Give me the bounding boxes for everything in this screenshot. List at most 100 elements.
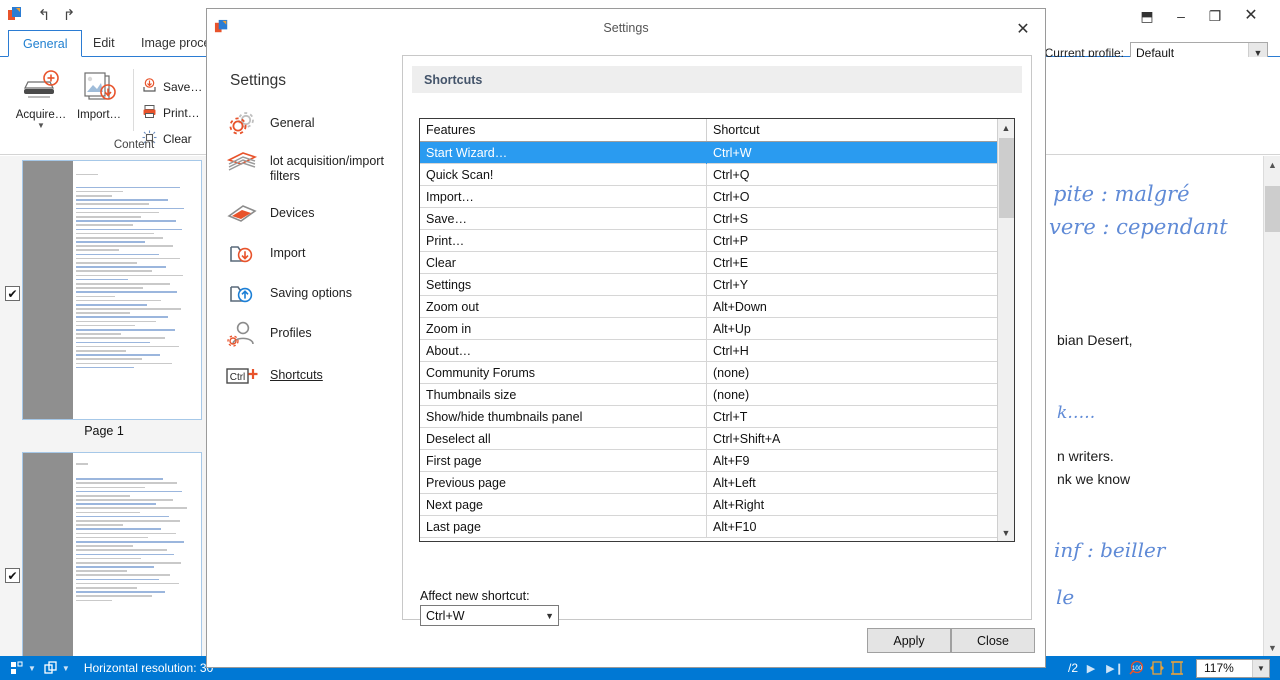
scrollbar-thumb[interactable] <box>1265 186 1280 232</box>
column-header-features[interactable]: Features <box>426 119 475 141</box>
next-page-icon[interactable]: ▶ <box>1080 662 1102 675</box>
import-arrow-down-icon <box>225 239 259 269</box>
table-row[interactable]: Thumbnails size(none) <box>420 384 999 406</box>
table-row[interactable]: Deselect allCtrl+Shift+A <box>420 428 999 450</box>
thumbnail-label: Page 1 <box>0 424 208 438</box>
ribbon-separator <box>133 69 134 131</box>
row-feature: Start Wizard… <box>426 142 507 164</box>
scroll-up-icon[interactable]: ▲ <box>1264 156 1280 173</box>
sidebar-item-label: General <box>270 109 314 131</box>
zoom-level-select[interactable]: 117% ▼ <box>1196 659 1270 678</box>
acquire-button[interactable]: Acquire… ▼ <box>10 65 72 130</box>
handwritten-annotation: le <box>1056 585 1074 609</box>
table-row[interactable]: Last pageAlt+F10 <box>420 516 999 538</box>
page-shadow <box>23 161 73 419</box>
table-row[interactable]: Previous pageAlt+Left <box>420 472 999 494</box>
layout-icon[interactable] <box>8 659 26 677</box>
zoom-100-icon[interactable]: 100 <box>1128 659 1146 677</box>
settings-dialog: Settings ✕ Settings <box>206 8 1046 668</box>
apply-button[interactable]: Apply <box>867 628 951 653</box>
row-feature: Zoom in <box>426 318 471 340</box>
row-feature: Last page <box>426 516 481 538</box>
table-row[interactable]: Zoom inAlt+Up <box>420 318 999 340</box>
thumbnail-preview[interactable] <box>22 452 202 656</box>
fit-page-icon[interactable] <box>1148 659 1166 677</box>
sidebar-item-profiles[interactable]: Profiles <box>225 319 401 349</box>
sidebar-item-saving-options[interactable]: Saving options <box>225 279 401 309</box>
affect-new-shortcut-value: Ctrl+W <box>421 609 465 623</box>
handwritten-annotation: inf : beiller <box>1054 538 1165 562</box>
table-row[interactable]: Import…Ctrl+O <box>420 186 999 208</box>
tab-general[interactable]: General <box>8 30 82 57</box>
thumbnails-panel[interactable]: ✔ Page 1 <box>0 156 208 656</box>
close-button[interactable]: ✕ <box>1234 4 1268 28</box>
status-bar-right: /2 ▶ ▶❙ 100 117% ▼ <box>1068 659 1280 678</box>
scrollbar-thumb[interactable] <box>999 138 1014 218</box>
table-row[interactable]: Print…Ctrl+P <box>420 230 999 252</box>
maximize-button[interactable]: ❐ <box>1198 4 1232 28</box>
affect-new-shortcut-select[interactable]: Ctrl+W ▼ <box>420 605 559 626</box>
last-page-icon[interactable]: ▶❙ <box>1104 662 1126 675</box>
close-button[interactable]: Close <box>951 628 1035 653</box>
chevron-down-icon[interactable]: ▼ <box>10 121 72 130</box>
undo-button[interactable]: ↰ <box>33 7 55 25</box>
column-header-shortcut[interactable]: Shortcut <box>713 119 760 141</box>
thumbnail-preview[interactable] <box>22 160 202 420</box>
sidebar-item-label: Saving options <box>270 279 352 301</box>
row-feature: Deselect all <box>426 428 491 450</box>
row-feature: Next page <box>426 494 483 516</box>
viewer-vertical-scrollbar[interactable]: ▲ ▼ <box>1263 156 1280 656</box>
print-label: Print… <box>163 106 200 120</box>
chevron-down-icon[interactable]: ▼ <box>545 606 554 625</box>
chevron-down-icon[interactable]: ▼ <box>1252 660 1269 677</box>
tab-edit[interactable]: Edit <box>79 30 129 57</box>
windows-icon[interactable] <box>42 659 60 677</box>
table-row[interactable]: Quick Scan! Ctrl+Q <box>420 164 999 186</box>
row-shortcut: Alt+Right <box>713 494 764 516</box>
sidebar-item-import[interactable]: Import <box>225 239 401 269</box>
row-feature: Zoom out <box>426 296 479 318</box>
sidebar-item-lot-acquisition-import-filters[interactable]: lot acquisition/import filters <box>225 147 401 184</box>
table-row[interactable]: SettingsCtrl+Y <box>420 274 999 296</box>
scroll-down-icon[interactable]: ▼ <box>1264 639 1280 656</box>
sidebar-item-general[interactable]: General <box>225 109 401 139</box>
thumbnail-checkbox[interactable]: ✔ <box>5 568 20 583</box>
table-row[interactable]: Community Forums(none) <box>420 362 999 384</box>
table-row[interactable]: Start Wizard… Ctrl+W <box>420 142 999 164</box>
row-shortcut: Ctrl+W <box>713 142 752 164</box>
table-vertical-scrollbar[interactable]: ▲ ▼ <box>997 119 1014 541</box>
chevron-down-icon[interactable]: ▼ <box>62 664 70 673</box>
svg-text:100: 100 <box>1132 666 1143 672</box>
table-row[interactable]: ClearCtrl+E <box>420 252 999 274</box>
table-body: Start Wizard… Ctrl+W Quick Scan! Ctrl+Q Im… <box>420 142 999 541</box>
table-row[interactable]: About…Ctrl+H <box>420 340 999 362</box>
save-button[interactable]: Save… <box>142 75 202 99</box>
table-row[interactable]: First pageAlt+F9 <box>420 450 999 472</box>
minimize-button[interactable]: – <box>1164 4 1198 28</box>
row-shortcut: Ctrl+Q <box>713 164 749 186</box>
row-shortcut: Ctrl+O <box>713 186 749 208</box>
page-shadow <box>23 453 73 656</box>
row-shortcut: Ctrl+H <box>713 340 749 362</box>
row-feature: Quick Scan! <box>426 164 493 186</box>
dialog-close-button[interactable]: ✕ <box>1007 17 1039 41</box>
row-shortcut: Ctrl+T <box>713 406 747 428</box>
print-button[interactable]: Print… <box>142 101 200 125</box>
thumbnail-checkbox[interactable]: ✔ <box>5 286 20 301</box>
table-row[interactable]: Save…Ctrl+S <box>420 208 999 230</box>
table-row[interactable]: Show/hide thumbnails panelCtrl+T <box>420 406 999 428</box>
redo-button[interactable]: ↱ <box>58 7 80 25</box>
table-row[interactable]: Next page Alt+Right <box>420 494 999 516</box>
sidebar-item-devices[interactable]: Devices <box>225 199 401 229</box>
import-button[interactable]: Import… <box>68 65 130 121</box>
shortcuts-table[interactable]: Features Shortcut Start Wizard… Ctrl+W Qu… <box>419 118 1015 542</box>
chevron-down-icon[interactable]: ▼ <box>28 664 36 673</box>
ribbon-display-options-button[interactable]: ⬒ <box>1130 4 1164 28</box>
scroll-up-icon[interactable]: ▲ <box>998 119 1014 136</box>
scroll-down-icon[interactable]: ▼ <box>998 524 1014 541</box>
app-logo-icon <box>7 6 25 24</box>
table-row[interactable]: Zoom outAlt+Down <box>420 296 999 318</box>
settings-sidebar: Settings General <box>207 47 401 667</box>
sidebar-item-shortcuts[interactable]: Ctrl Shortcuts <box>225 361 401 391</box>
fit-width-icon[interactable] <box>1168 659 1186 677</box>
